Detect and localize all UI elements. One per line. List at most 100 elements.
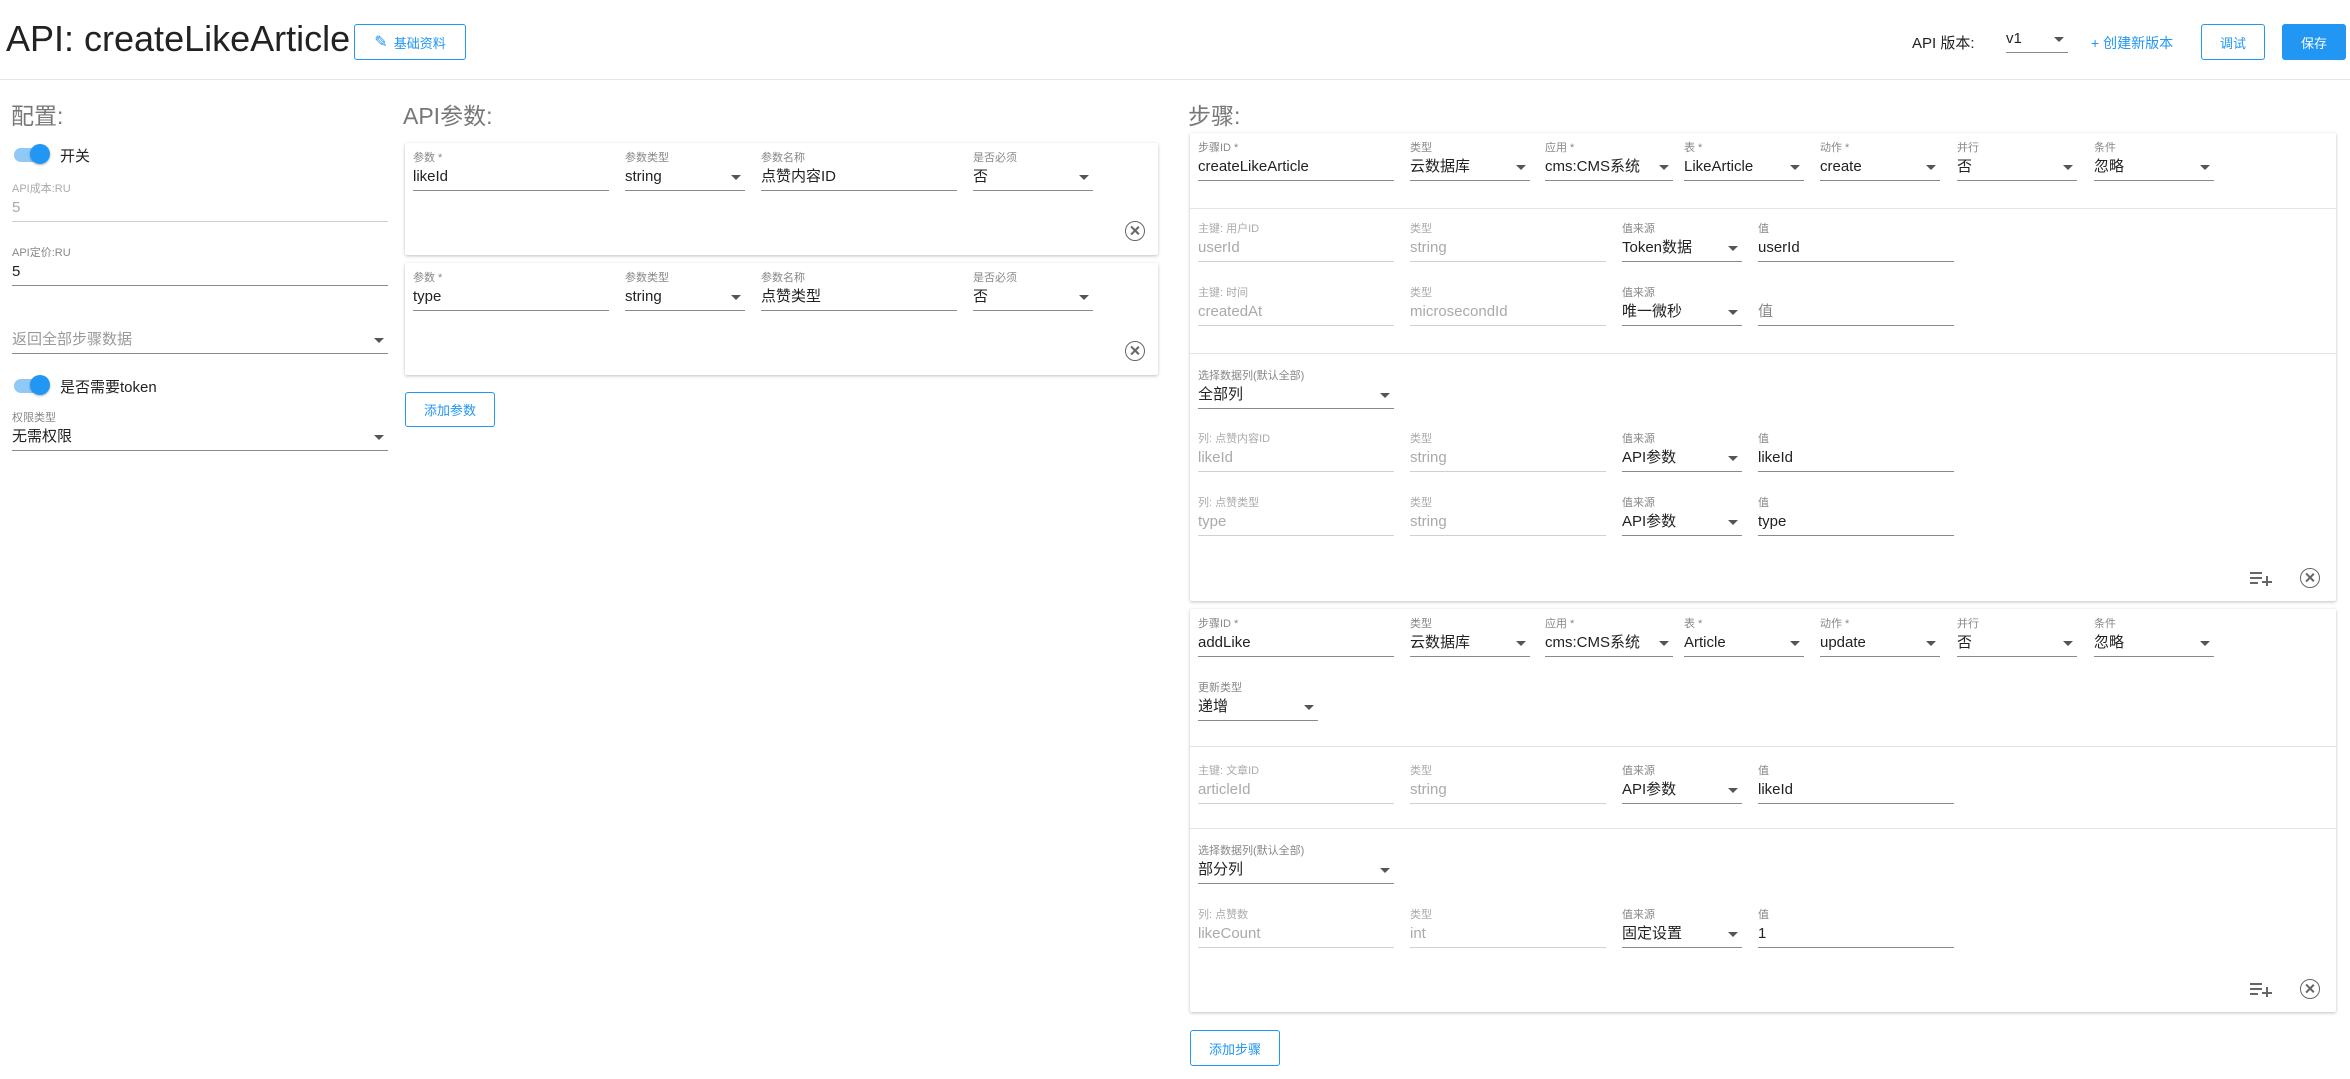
column-field-value: type [1198,510,1394,536]
token-toggle-label: 是否需要token [60,379,157,396]
param-type-select[interactable]: 参数类型 string [625,271,745,311]
permission-value: 无需权限 [12,428,73,445]
remove-param-icon[interactable] [1125,221,1145,241]
value-field[interactable]: 值 type [1758,496,1954,536]
value-source-value: 唯一微秒 [1622,303,1683,320]
value-source-select[interactable]: 值来源 API参数 [1622,764,1742,804]
value-source-select[interactable]: 值来源 API参数 [1622,432,1742,472]
playlist-add-icon[interactable] [2250,981,2272,997]
key-type-value: microsecondId [1410,300,1606,326]
value-source-select[interactable]: 值来源 唯一微秒 [1622,286,1742,326]
param-name-label: 参数 * [413,272,443,284]
value-field[interactable]: 值 likeId [1758,764,1954,804]
select-cols-label: 选择数据列(默认全部) [1198,370,1305,382]
column-type-label: 类型 [1410,909,1432,921]
param-required-select[interactable]: 是否必须 否 [973,151,1093,191]
playlist-add-icon[interactable] [2250,570,2272,586]
condition-select[interactable]: 条件 忽略 [2094,141,2214,181]
param-name-value: type [413,285,609,311]
api-price-field[interactable]: API定价:RU 5 [12,246,388,286]
value-field[interactable]: 值 likeId [1758,432,1954,472]
app-label: 应用 * [1545,142,1575,154]
db-type-select[interactable]: 类型 云数据库 [1410,141,1530,181]
db-type-select[interactable]: 类型 云数据库 [1410,617,1530,657]
param-name-field[interactable]: 参数 * type [413,271,609,311]
remove-step-icon[interactable] [2300,979,2320,999]
chevron-down-icon [2200,641,2210,646]
param-name-field[interactable]: 参数 * likeId [413,151,609,191]
param-type-select[interactable]: 参数类型 string [625,151,745,191]
column-field: 列: 点赞数 likeCount [1198,908,1394,948]
update-type-label: 更新类型 [1198,682,1242,694]
value-value: likeId [1758,446,1954,472]
chevron-down-icon [731,295,741,300]
app-select[interactable]: 应用 * cms:CMS系统 [1545,617,1673,657]
step-id-field[interactable]: 步骤ID * createLikeArticle [1198,141,1394,181]
save-button[interactable]: 保存 [2282,24,2346,60]
value-source-select[interactable]: 值来源 API参数 [1622,496,1742,536]
param-name-value: likeId [413,165,609,191]
app-select[interactable]: 应用 * cms:CMS系统 [1545,141,1673,181]
key-field-value: articleId [1198,778,1394,804]
value-source-select[interactable]: 值来源 Token数据 [1622,222,1742,262]
action-select[interactable]: 动作 * create [1820,141,1940,181]
parallel-label: 并行 [1957,618,1979,630]
key-type-value: string [1410,236,1606,262]
chevron-down-icon [1728,310,1738,315]
param-display-field[interactable]: 参数名称 点赞内容ID [761,151,957,191]
step-card: 步骤ID * createLikeArticle 类型 云数据库 应用 * cm… [1190,133,2336,601]
value-source-select[interactable]: 值来源 固定设置 [1622,908,1742,948]
db-type-value: 云数据库 [1410,158,1471,175]
column-field-label: 列: 点赞内容ID [1198,433,1271,445]
chevron-down-icon [1516,165,1526,170]
return-all-steps-select[interactable]: 返回全部步骤数据 [12,328,388,354]
enable-toggle[interactable] [12,144,50,164]
parallel-select[interactable]: 并行 否 [1957,617,2077,657]
create-version-link[interactable]: + 创建新版本 [2091,33,2173,53]
select-cols-select[interactable]: 选择数据列(默认全部) 全部列 [1198,369,1394,409]
param-display-value: 点赞内容ID [761,165,957,191]
table-select[interactable]: 表 * Article [1684,617,1804,657]
update-type-select[interactable]: 更新类型 递增 [1198,681,1318,721]
divider [1190,828,2336,829]
api-version-select[interactable]: v1 [2006,27,2068,53]
table-select[interactable]: 表 * LikeArticle [1684,141,1804,181]
debug-button[interactable]: 调试 [2201,24,2265,60]
add-step-label: 添加步骤 [1208,1041,1261,1057]
action-value: update [1820,634,1866,651]
key-field-label: 主键: 时间 [1198,287,1249,299]
value-source-label: 值来源 [1622,287,1655,299]
step-id-field[interactable]: 步骤ID * addLike [1198,617,1394,657]
table-value: Article [1684,634,1726,651]
param-required-select[interactable]: 是否必须 否 [973,271,1093,311]
save-label: 保存 [2300,35,2327,51]
remove-step-icon[interactable] [2300,568,2320,588]
value-field[interactable]: 值 1 [1758,908,1954,948]
chevron-down-icon [2200,165,2210,170]
basic-info-button[interactable]: ✎ 基础资料 [354,24,466,60]
permission-select[interactable]: 权限类型 无需权限 [12,411,388,451]
add-param-button[interactable]: 添加参数 [405,392,495,427]
chevron-down-icon [2063,641,2073,646]
key-type-field: 类型 microsecondId [1410,286,1606,326]
column-field-value: likeCount [1198,922,1394,948]
chevron-down-icon [374,435,384,440]
value-field[interactable]: 值 userId [1758,222,1954,262]
value-value: type [1758,510,1954,536]
token-toggle[interactable] [12,375,50,395]
column-type-value: int [1410,922,1606,948]
remove-param-icon[interactable] [1125,341,1145,361]
value-field[interactable]: . 值 [1758,286,1954,326]
parallel-select[interactable]: 并行 否 [1957,141,2077,181]
select-cols-select[interactable]: 选择数据列(默认全部) 部分列 [1198,844,1394,884]
api-version-value: v1 [2006,30,2022,47]
api-price-label: API定价:RU [12,247,71,259]
action-select[interactable]: 动作 * update [1820,617,1940,657]
param-display-field[interactable]: 参数名称 点赞类型 [761,271,957,311]
chevron-down-icon [1079,175,1089,180]
chevron-down-icon [1304,705,1314,710]
add-step-button[interactable]: 添加步骤 [1190,1030,1280,1066]
divider [1190,353,2336,354]
chevron-down-icon [1926,165,1936,170]
condition-select[interactable]: 条件 忽略 [2094,617,2214,657]
